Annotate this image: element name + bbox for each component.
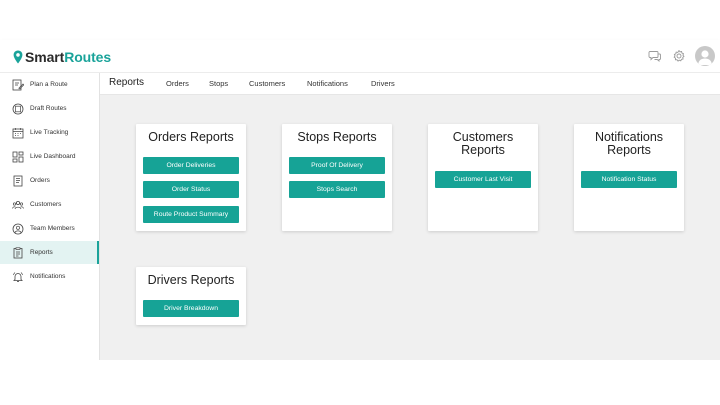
header-actions xyxy=(647,46,715,66)
order-status-button[interactable]: Order Status xyxy=(143,181,239,198)
tab-orders[interactable]: Orders xyxy=(166,79,189,88)
sidebar-item-draft-routes[interactable]: Draft Routes xyxy=(0,97,99,120)
sidebar-item-label: Plan a Route xyxy=(30,81,68,88)
team-members-icon xyxy=(11,222,24,235)
sidebar-item-live-dashboard[interactable]: Live Dashboard xyxy=(0,145,99,168)
notification-status-button[interactable]: Notification Status xyxy=(581,171,677,188)
drivers-reports-card: Drivers Reports Driver Breakdown xyxy=(136,267,246,325)
order-deliveries-button[interactable]: Order Deliveries xyxy=(143,157,239,174)
card-title: Stops Reports xyxy=(297,130,377,144)
draft-icon xyxy=(11,102,24,115)
sidebar-item-reports[interactable]: Reports xyxy=(0,241,99,264)
map-pin-icon xyxy=(13,50,23,64)
card-title-line1: Customers xyxy=(452,130,514,144)
user-avatar-icon[interactable] xyxy=(695,46,715,66)
proof-of-delivery-button[interactable]: Proof Of Delivery xyxy=(289,157,385,174)
calendar-icon xyxy=(11,126,24,139)
stops-search-button[interactable]: Stops Search xyxy=(289,181,385,198)
card-title: Orders Reports xyxy=(148,130,234,144)
tab-reports[interactable]: Reports xyxy=(109,77,144,88)
customer-last-visit-button[interactable]: Customer Last Visit xyxy=(435,171,531,188)
smartroutes-logo[interactable]: SmartRoutes xyxy=(13,48,111,66)
sidebar-item-customers[interactable]: Customers xyxy=(0,193,99,216)
reports-content: Orders Reports Order Deliveries Order St… xyxy=(100,95,720,360)
notifications-reports-card: Notifications Reports Notification Status xyxy=(574,124,684,231)
sidebar: Plan a Route Draft Routes Live Tracking … xyxy=(0,73,100,360)
bell-icon xyxy=(11,270,24,283)
stops-reports-card: Stops Reports Proof Of Delivery Stops Se… xyxy=(282,124,392,231)
sidebar-item-label: Live Dashboard xyxy=(30,153,76,160)
sidebar-item-label: Customers xyxy=(30,201,62,208)
customers-icon xyxy=(11,198,24,211)
orders-reports-card: Orders Reports Order Deliveries Order St… xyxy=(136,124,246,231)
driver-breakdown-button[interactable]: Driver Breakdown xyxy=(143,300,239,317)
card-title-line2: Reports xyxy=(607,143,651,157)
tab-drivers[interactable]: Drivers xyxy=(371,79,395,88)
sidebar-item-label: Team Members xyxy=(30,225,75,232)
customers-reports-card: Customers Reports Customer Last Visit xyxy=(428,124,538,231)
dashboard-icon xyxy=(11,150,24,163)
card-title-line2: Reports xyxy=(461,143,505,157)
gear-icon[interactable] xyxy=(671,48,687,64)
brand-name: SmartRoutes xyxy=(25,49,111,65)
card-title: Drivers Reports xyxy=(147,273,235,287)
sidebar-item-label: Draft Routes xyxy=(30,105,67,112)
card-title-line1: Notifications xyxy=(594,130,664,144)
sidebar-item-label: Live Tracking xyxy=(30,129,69,136)
reports-icon xyxy=(11,246,24,259)
card-title: Notifications Reports xyxy=(574,124,684,157)
brand-name-part1: Smart xyxy=(25,49,65,65)
brand-name-part2: Routes xyxy=(64,49,112,65)
tab-notifications[interactable]: Notifications xyxy=(307,79,348,88)
sidebar-item-label: Reports xyxy=(30,249,53,256)
report-tabs: Reports Orders Stops Customers Notificat… xyxy=(100,73,720,95)
orders-icon xyxy=(11,174,24,187)
sidebar-item-label: Notifications xyxy=(30,273,66,280)
sidebar-item-plan-a-route[interactable]: Plan a Route xyxy=(0,73,99,96)
sidebar-item-orders[interactable]: Orders xyxy=(0,169,99,192)
edit-route-icon xyxy=(11,78,24,91)
tab-stops[interactable]: Stops xyxy=(209,79,228,88)
card-title: Customers Reports xyxy=(428,124,538,157)
sidebar-item-label: Orders xyxy=(30,177,50,184)
tab-customers[interactable]: Customers xyxy=(249,79,285,88)
sidebar-item-live-tracking[interactable]: Live Tracking xyxy=(0,121,99,144)
route-product-summary-button[interactable]: Route Product Summary xyxy=(143,206,239,223)
chat-icon[interactable] xyxy=(647,48,663,64)
sidebar-item-team-members[interactable]: Team Members xyxy=(0,217,99,240)
sidebar-item-notifications[interactable]: Notifications xyxy=(0,265,99,288)
top-header: SmartRoutes xyxy=(0,40,720,73)
